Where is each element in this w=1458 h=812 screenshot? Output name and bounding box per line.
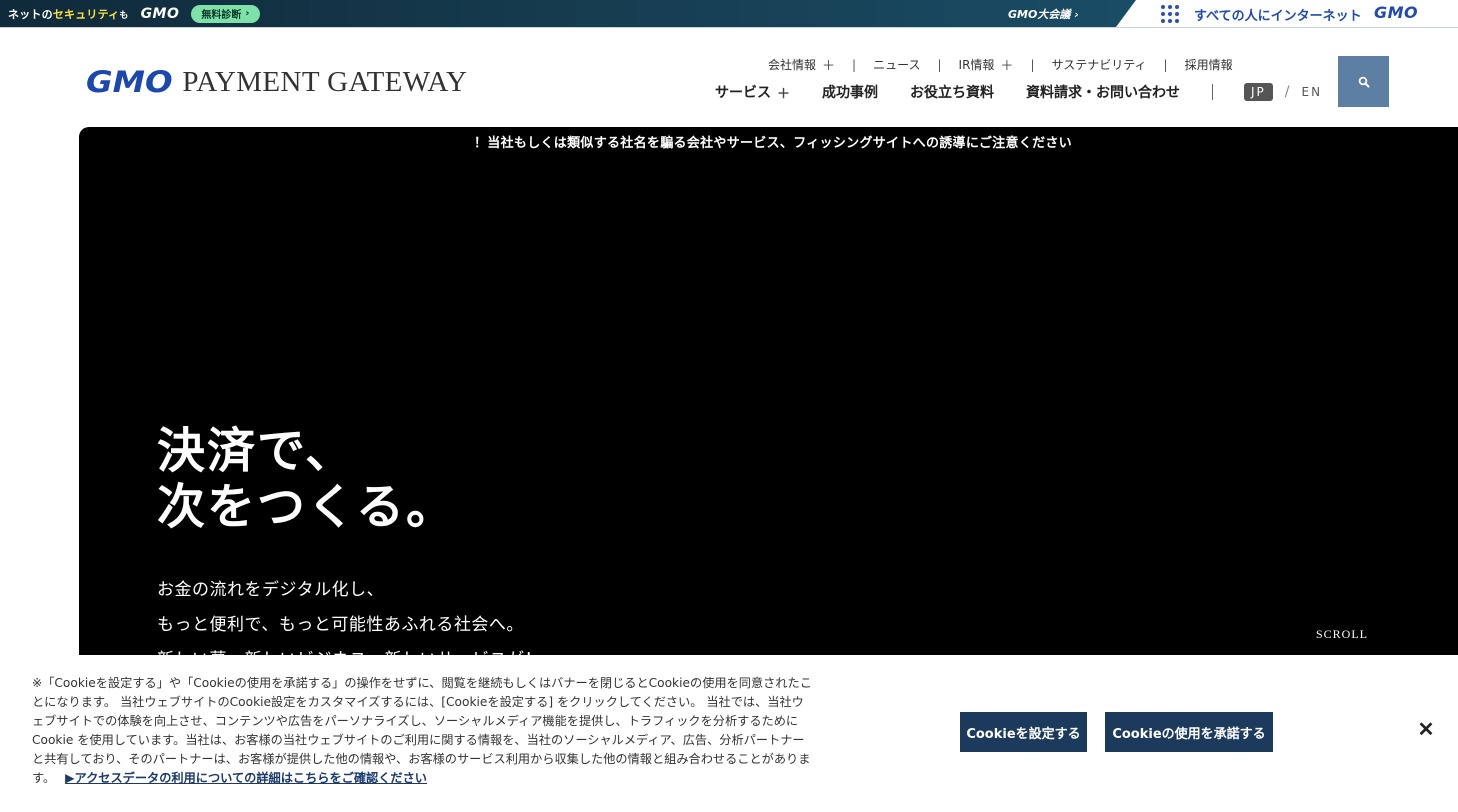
headline-line: 決済で、: [157, 423, 356, 479]
plus-icon: ＋: [822, 59, 836, 74]
gmo-group-bar: ネットのセキュリティも GMO 無料診断 › GMO大会議 › すべての人にインタ…: [0, 0, 1458, 28]
nav-contact[interactable]: 資料請求・お問い合わせ: [1026, 82, 1180, 102]
gmo-internet-link[interactable]: すべての人にインターネット GMO: [1116, 0, 1458, 27]
hero-headline: 決済で、 次をつくる。: [157, 423, 456, 535]
security-banner[interactable]: ネットのセキュリティも GMO 無料診断 ›: [8, 0, 260, 27]
gmo-taikai-link[interactable]: GMO大会議 ›: [1008, 6, 1079, 22]
subnav-news[interactable]: ニュース: [873, 56, 920, 73]
headline-line: 次をつくる。: [157, 479, 457, 535]
sub-navigation: 会社情報 ＋ | ニュース | IR情報 ＋ | サステナビリティ | 採用情報: [768, 55, 1233, 75]
cookie-settings-button[interactable]: Cookieを設定する: [960, 712, 1087, 752]
search-button[interactable]: [1338, 56, 1389, 107]
logo-payment-gateway: PAYMENT GATEWAY: [182, 65, 468, 98]
lang-separator: /: [1284, 84, 1290, 100]
subnav-company[interactable]: 会社情報 ＋: [768, 55, 835, 74]
divider: |: [1030, 57, 1035, 72]
nav-label: お役立ち資料: [910, 85, 995, 101]
nav-label: サービス: [715, 85, 771, 101]
search-icon: [1358, 76, 1369, 87]
subnav-label: ニュース: [873, 58, 921, 72]
subnav-sustainability[interactable]: サステナビリティ: [1051, 56, 1146, 73]
scroll-indicator[interactable]: SCROLL: [1316, 627, 1368, 642]
cookie-notice-text: ※「Cookieを設定する」や「Cookieの使用を承諾する」の操作をせずに、閲…: [32, 674, 812, 788]
free-diagnosis-label: 無料診断: [201, 10, 242, 21]
subnav-recruit[interactable]: 採用情報: [1185, 56, 1233, 73]
nav-resources[interactable]: お役立ち資料: [910, 82, 994, 102]
cookie-body: ※「Cookieを設定する」や「Cookieの使用を承諾する」の操作をせずに、閲…: [32, 676, 812, 785]
gmo-logo-small: GMO: [140, 5, 180, 22]
divider: |: [937, 57, 942, 72]
subnav-label: 採用情報: [1184, 58, 1233, 72]
plus-icon: ＋: [777, 86, 791, 102]
cookie-accept-button[interactable]: Cookieの使用を承諾する: [1105, 712, 1273, 752]
subnav-label: IR情報: [958, 58, 995, 72]
plus-icon: ＋: [1000, 59, 1014, 74]
chevron-right-icon: ›: [245, 8, 250, 19]
nav-label: 資料請求・お問い合わせ: [1026, 85, 1181, 101]
site-logo[interactable]: GMO PAYMENT GATEWAY: [86, 64, 467, 100]
subnav-ir[interactable]: IR情報 ＋: [959, 55, 1014, 74]
free-diagnosis-button[interactable]: 無料診断 ›: [191, 4, 260, 23]
nav-case-studies[interactable]: 成功事例: [822, 82, 878, 102]
divider: |: [852, 57, 857, 72]
cookie-banner: ※「Cookieを設定する」や「Cookieの使用を承諾する」の操作をせずに、閲…: [0, 655, 1458, 812]
lang-jp-button[interactable]: JP: [1244, 83, 1273, 101]
grid-dots-icon: [1161, 5, 1179, 23]
close-icon[interactable]: ✕: [1416, 719, 1436, 741]
internet-for-everyone-label: すべての人にインターネット: [1194, 9, 1362, 24]
divider: |: [1163, 57, 1168, 72]
nav-services[interactable]: サービス ＋: [715, 82, 790, 102]
divider: [1212, 84, 1214, 100]
phishing-notice[interactable]: ！当社もしくは類似する社名を騙る会社やサービス、フィッシングサイトへの誘導にご注…: [79, 132, 1458, 151]
lead-line: お金の流れをデジタル化し、: [157, 580, 385, 600]
access-data-details-link[interactable]: ▶アクセスデータの利用についての詳細はこちらをご確認ください: [65, 771, 427, 785]
gmo-logo: GMO: [1374, 3, 1419, 22]
nav-label: 成功事例: [822, 85, 879, 101]
subnav-label: 会社情報: [768, 58, 817, 72]
lang-en-button[interactable]: EN: [1302, 85, 1323, 99]
chevron-right-icon: ›: [1074, 7, 1079, 21]
subnav-label: サステナビリティ: [1051, 58, 1147, 72]
logo-gmo: GMO: [86, 65, 173, 99]
taikai-label: GMO大会議: [1008, 8, 1071, 21]
security-tagline: ネットのセキュリティも: [8, 7, 129, 21]
main-navigation: サービス ＋ 成功事例 お役立ち資料 資料請求・お問い合わせ JP / EN: [715, 82, 1322, 102]
lead-line: もっと便利で、もっと可能性あふれる社会へ。: [157, 615, 524, 635]
